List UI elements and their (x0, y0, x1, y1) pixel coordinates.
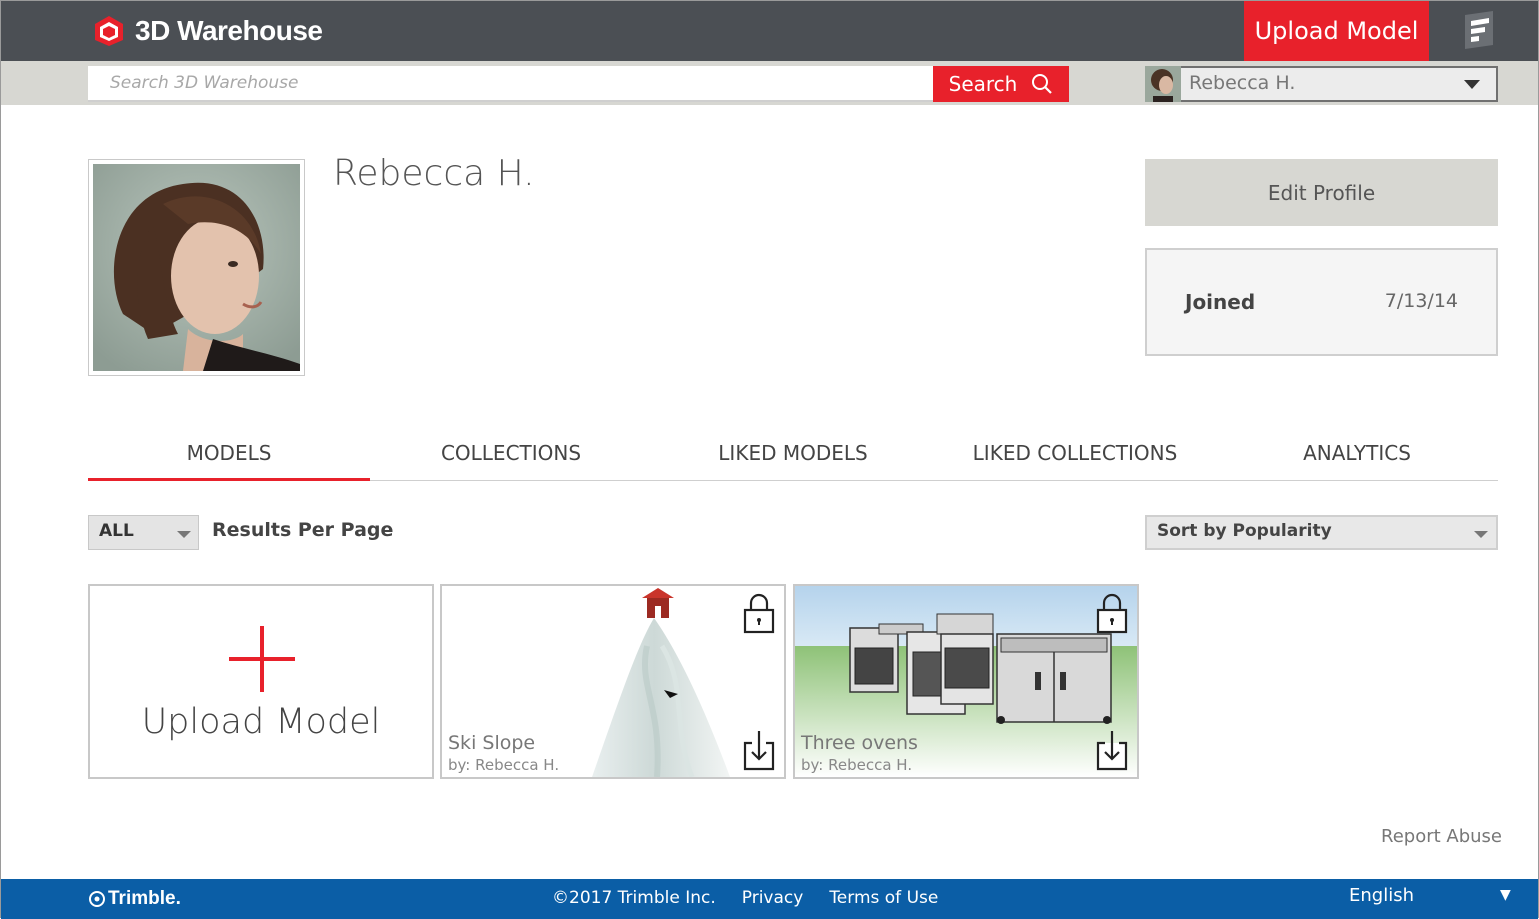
language-select[interactable]: English (1349, 885, 1414, 906)
sketchup-icon[interactable] (1459, 9, 1499, 51)
joined-label: Joined (1185, 290, 1256, 314)
lock-icon[interactable] (742, 592, 776, 634)
model-author: by: Rebecca H. (448, 756, 560, 774)
download-icon[interactable] (742, 729, 776, 771)
results-per-page-select[interactable]: ALL (88, 515, 199, 550)
profile-name: Rebecca H. (333, 153, 535, 194)
upload-model-button[interactable]: Upload Model (1244, 1, 1429, 61)
profile-photo (93, 164, 300, 371)
user-avatar (1145, 66, 1181, 102)
logo-text: 3D Warehouse (135, 15, 323, 46)
report-abuse-link[interactable]: Report Abuse (1381, 826, 1502, 847)
download-icon[interactable] (1095, 729, 1129, 771)
tab-liked-models[interactable]: LIKED MODELS (652, 425, 934, 480)
trimble-logo[interactable]: Trimble. (88, 888, 181, 910)
warehouse-logo-icon (95, 16, 123, 46)
tab-analytics[interactable]: ANALYTICS (1216, 425, 1498, 480)
lock-icon[interactable] (1095, 592, 1129, 634)
model-card[interactable]: Three ovens by: Rebecca H. (793, 584, 1139, 779)
edit-profile-button[interactable]: Edit Profile (1145, 159, 1498, 226)
model-title: Three ovens (801, 732, 918, 754)
chevron-down-icon (1474, 531, 1488, 538)
joined-date: 7/13/14 (1384, 290, 1458, 312)
site-logo[interactable]: 3D Warehouse (91, 11, 323, 51)
privacy-link[interactable]: Privacy (742, 888, 804, 908)
model-author: by: Rebecca H. (801, 756, 913, 774)
joined-info-box: Joined 7/13/14 (1145, 248, 1498, 356)
search-button[interactable]: Search (933, 66, 1069, 102)
upload-model-card[interactable]: Upload Model (88, 584, 434, 779)
model-title: Ski Slope (448, 732, 536, 754)
model-card[interactable]: Ski Slope by: Rebecca H. (440, 584, 786, 779)
top-header: 3D Warehouse Upload Model (1, 1, 1538, 61)
search-button-label: Search (948, 72, 1018, 96)
sort-value: Sort by Popularity (1157, 521, 1332, 541)
terms-link[interactable]: Terms of Use (829, 888, 938, 908)
results-per-page-value: ALL (99, 521, 134, 541)
tab-collections[interactable]: COLLECTIONS (370, 425, 652, 480)
trimble-logo-icon (89, 891, 105, 907)
footer: Trimble. ©2017 Trimble Inc. Privacy Term… (1, 879, 1538, 919)
copyright-text: ©2017 Trimble Inc. (552, 888, 716, 908)
results-per-page-label: Results Per Page (212, 519, 394, 541)
chevron-down-icon (177, 531, 191, 538)
trimble-logo-text: Trimble. (108, 888, 181, 909)
search-input[interactable] (88, 66, 933, 102)
chevron-down-icon[interactable]: ▼ (1500, 887, 1511, 903)
sort-select[interactable]: Sort by Popularity (1145, 515, 1498, 550)
search-bar: Search Rebecca H. (1, 61, 1538, 105)
profile-avatar (88, 159, 305, 376)
tab-models[interactable]: MODELS (88, 425, 370, 481)
tab-liked-collections[interactable]: LIKED COLLECTIONS (934, 425, 1216, 480)
user-menu-name: Rebecca H. (1189, 72, 1296, 94)
footer-links: ©2017 Trimble Inc. Privacy Terms of Use (552, 888, 938, 908)
search-icon (1032, 74, 1053, 94)
plus-icon (229, 626, 295, 692)
profile-tabs: MODELS COLLECTIONS LIKED MODELS LIKED CO… (88, 425, 1498, 481)
upload-model-card-label: Upload Model (141, 702, 381, 742)
user-menu-dropdown[interactable]: Rebecca H. (1145, 66, 1498, 102)
chevron-down-icon (1464, 80, 1480, 89)
